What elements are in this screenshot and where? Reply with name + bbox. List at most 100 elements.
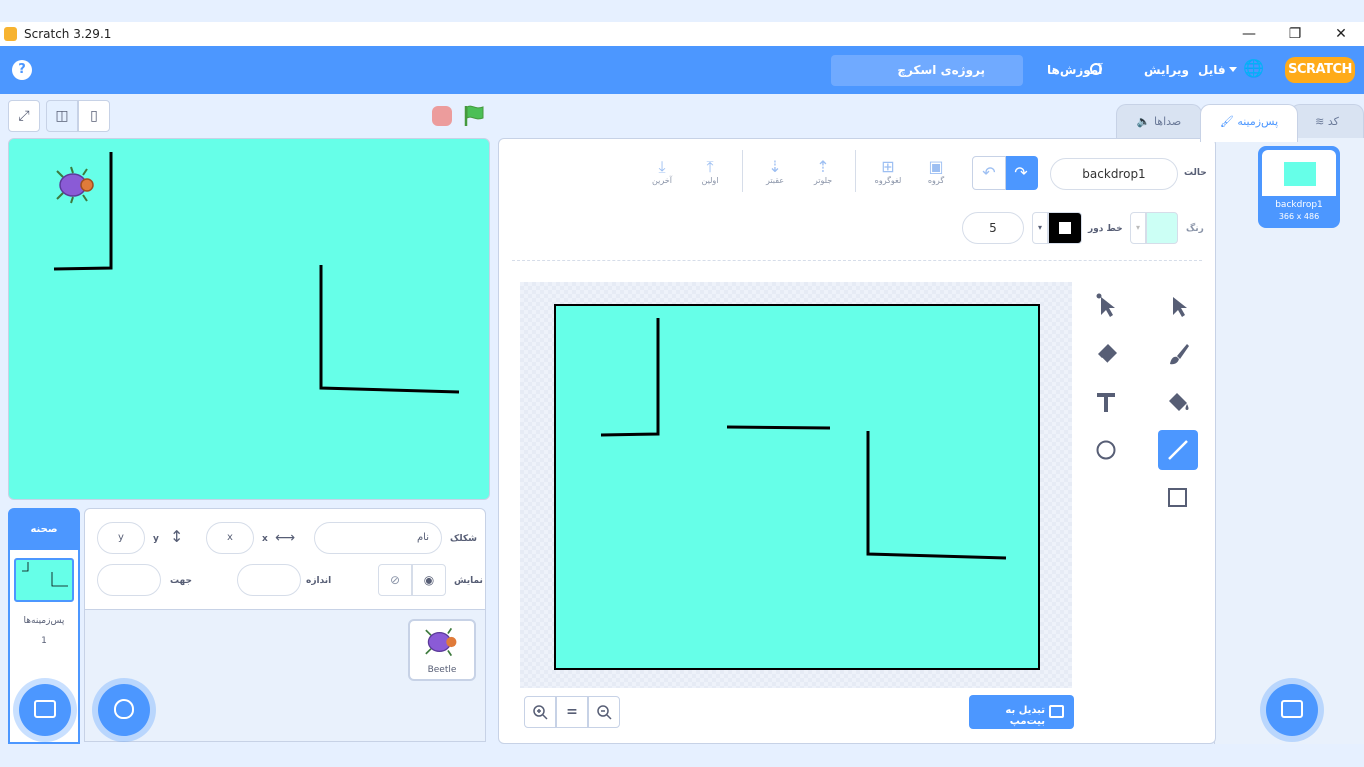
image-add-icon bbox=[34, 700, 56, 718]
maximize-button[interactable]: ❐ bbox=[1272, 22, 1318, 46]
text-icon bbox=[1097, 393, 1115, 412]
zoom-reset-button[interactable]: = bbox=[556, 696, 588, 728]
speaker-icon: 🔈 bbox=[1136, 115, 1151, 128]
paint-canvas-area[interactable] bbox=[520, 282, 1072, 688]
menu-bar: ? SCRATCH 🌐 فایل ویرایش آموزش‌ها bbox=[0, 46, 1364, 94]
sprite-tile-name: Beetle bbox=[427, 665, 457, 675]
tab-sounds[interactable]: 🔈 صداها bbox=[1116, 104, 1202, 140]
costume-label: حالت bbox=[1184, 168, 1207, 178]
y-arrows-icon: ↕ bbox=[170, 527, 184, 546]
back-icon: ⤓ bbox=[658, 157, 666, 176]
scratch-logo[interactable]: SCRATCH bbox=[1285, 57, 1355, 83]
group-label: گروه bbox=[927, 176, 945, 185]
zoom-out-button[interactable] bbox=[588, 696, 620, 728]
costume-list bbox=[1214, 138, 1364, 744]
group-icon: ▣ bbox=[928, 157, 944, 176]
image-icon bbox=[1049, 705, 1064, 718]
circle-tool[interactable] bbox=[1086, 430, 1126, 470]
rectangle-tool[interactable] bbox=[1158, 478, 1198, 518]
brush-tool[interactable] bbox=[1158, 334, 1198, 374]
stage-thumbnail bbox=[14, 558, 74, 602]
show-visible-button[interactable]: ◉ bbox=[412, 564, 446, 596]
rectangle-icon bbox=[1168, 488, 1187, 507]
forward-button[interactable]: ⇡ جلوتر bbox=[801, 158, 845, 186]
add-backdrop-button[interactable] bbox=[19, 684, 71, 736]
line-icon bbox=[1168, 440, 1188, 460]
front-icon: ⤒ bbox=[706, 157, 714, 176]
tab-sounds-label: صداها bbox=[1153, 115, 1182, 128]
fill-color-dropdown[interactable]: ▾ bbox=[1130, 212, 1146, 244]
beetle-sprite[interactable] bbox=[53, 165, 99, 209]
large-stage-button[interactable]: ▯ bbox=[78, 100, 110, 132]
fullscreen-button[interactable]: ⤢ bbox=[8, 100, 40, 132]
backward-icon: ⇣ bbox=[768, 157, 782, 176]
minimize-button[interactable]: — bbox=[1226, 22, 1272, 46]
zoom-in-button[interactable] bbox=[524, 696, 556, 728]
undo-button[interactable]: ↶ bbox=[972, 156, 1006, 190]
sprite-name-input[interactable]: نام bbox=[314, 522, 442, 554]
back-label: آخرین bbox=[652, 176, 672, 185]
divider bbox=[512, 260, 1202, 261]
menu-tutorials[interactable]: آموزش‌ها bbox=[1047, 46, 1102, 94]
tab-backdrops[interactable]: 🖌 پس‌زمینه bbox=[1200, 104, 1298, 142]
stage[interactable] bbox=[8, 138, 490, 500]
text-tool[interactable] bbox=[1086, 382, 1126, 422]
x-arrows-icon: ⟷ bbox=[275, 530, 296, 546]
costume-tile[interactable]: 1 backdrop1 366 x 486 bbox=[1258, 146, 1340, 228]
language-icon[interactable]: 🌐 bbox=[1243, 59, 1264, 79]
tab-code[interactable]: ≋ کد bbox=[1290, 104, 1364, 140]
sprite-tile[interactable]: Beetle bbox=[408, 619, 476, 681]
arrow-select-icon bbox=[1173, 297, 1187, 317]
image-add-icon bbox=[1281, 700, 1303, 718]
costume-name: backdrop1 bbox=[1275, 200, 1323, 210]
close-button[interactable]: ✕ bbox=[1318, 22, 1364, 46]
convert-to-bitmap-button[interactable]: تبدیل به بیت‌مپ bbox=[969, 695, 1074, 729]
backdrops-count: 1 bbox=[41, 636, 47, 646]
line-tool[interactable] bbox=[1158, 430, 1198, 470]
costume-size: 366 x 486 bbox=[1278, 212, 1320, 221]
ungroup-button[interactable]: ⊞ لغوگروه bbox=[866, 157, 910, 186]
green-flag-icon[interactable] bbox=[463, 104, 485, 132]
fill-color-swatch[interactable] bbox=[1146, 212, 1178, 244]
choose-backdrop-button[interactable] bbox=[1266, 684, 1318, 736]
window-title: Scratch 3.29.1 bbox=[24, 27, 112, 41]
add-sprite-button[interactable] bbox=[98, 684, 150, 736]
convert-label: تبدیل به بیت‌مپ bbox=[1005, 705, 1045, 727]
reshape-tool[interactable] bbox=[1086, 286, 1126, 326]
small-stage-button[interactable]: ◫ bbox=[46, 100, 78, 132]
select-tool[interactable] bbox=[1158, 286, 1198, 326]
stop-icon[interactable] bbox=[432, 106, 452, 126]
x-label: x bbox=[262, 534, 268, 544]
menu-file[interactable]: فایل bbox=[1198, 46, 1226, 94]
y-input[interactable]: y bbox=[97, 522, 145, 554]
eraser-tool[interactable] bbox=[1086, 334, 1126, 374]
front-label: اولین bbox=[701, 176, 719, 185]
backward-button[interactable]: ⇣ عقبتر bbox=[753, 157, 797, 186]
fill-tool[interactable] bbox=[1158, 382, 1198, 422]
costume-name-input[interactable]: backdrop1 bbox=[1050, 158, 1178, 190]
size-input[interactable] bbox=[237, 564, 301, 596]
reshape-icon bbox=[1096, 293, 1115, 317]
sprite-label: شکلک bbox=[450, 534, 477, 544]
x-input[interactable]: x bbox=[206, 522, 254, 554]
back-button[interactable]: ⤓ آخرین bbox=[640, 157, 684, 186]
stage-selector-title: صحنه bbox=[30, 524, 58, 535]
paintbrush-icon: 🖌 bbox=[1219, 115, 1234, 128]
hide-button[interactable]: ⊘ bbox=[378, 564, 412, 596]
help-icon[interactable]: ? bbox=[12, 60, 32, 80]
outline-color-dropdown[interactable]: ▾ bbox=[1032, 212, 1048, 244]
outline-width-input[interactable]: 5 bbox=[962, 212, 1024, 244]
direction-input[interactable] bbox=[97, 564, 161, 596]
ungroup-icon: ⊞ bbox=[881, 157, 895, 176]
outline-color-swatch[interactable] bbox=[1048, 212, 1082, 244]
y-label: y bbox=[153, 534, 159, 544]
redo-button[interactable]: ↷ bbox=[1004, 156, 1038, 190]
project-title-input[interactable]: پروژه‌ی اسکرچ bbox=[831, 55, 1023, 86]
group-button[interactable]: ▣ گروه bbox=[914, 157, 958, 186]
menu-edit[interactable]: ویرایش bbox=[1144, 46, 1189, 94]
paint-bucket-icon bbox=[1169, 393, 1189, 411]
size-label: اندازه bbox=[306, 576, 332, 586]
eraser-icon bbox=[1098, 344, 1117, 364]
front-button[interactable]: ⤒ اولین bbox=[688, 157, 732, 186]
paint-canvas[interactable] bbox=[554, 304, 1040, 670]
